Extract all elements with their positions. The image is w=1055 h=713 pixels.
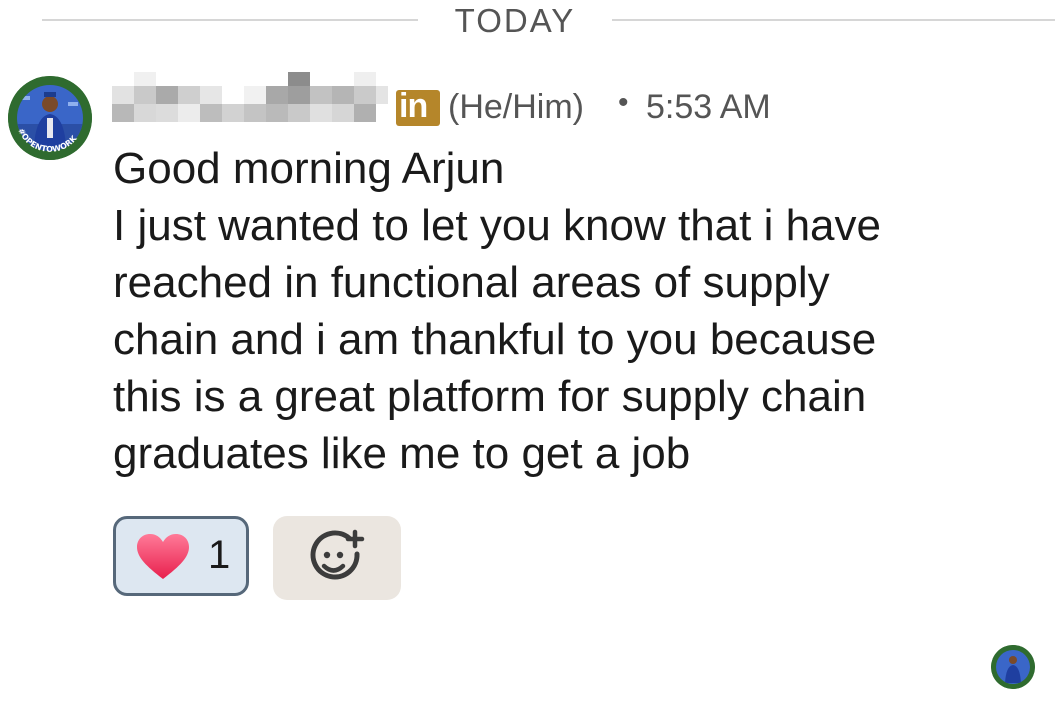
sender-avatar[interactable]: #OPENTOWORK [8,76,92,160]
heart-reaction-button[interactable]: 1 [113,516,249,596]
date-divider: TODAY [0,0,1055,44]
message-body: Good morning Arjun I just wanted to let … [113,140,993,482]
add-reaction-button[interactable] [273,516,401,600]
divider-line-right [612,19,1055,21]
sender-name-redacted[interactable] [112,72,388,138]
sender-pronouns: (He/Him) [448,88,584,126]
message-line: Good morning Arjun [113,144,505,193]
message-line: chain and i am thankful to you because [113,315,877,364]
divider-line-left [42,19,418,21]
heart-icon [137,534,189,579]
message-line: I just wanted to let you know that i hav… [113,201,882,250]
add-emoji-icon [310,529,365,580]
message-timestamp: 5:53 AM [646,88,771,126]
message-line: this is a great platform for supply chai… [113,372,867,421]
message-header: in (He/Him) • 5:53 AM [112,72,1012,138]
message-line: graduates like me to get a job [113,429,691,478]
read-receipt-avatar [991,645,1035,689]
read-receipt-avatar-photo [991,645,1035,689]
conversation-screen: TODAY #OPENTOWORK in (He/Him) • 5:53 AM … [0,0,1055,713]
avatar-photo: #OPENTOWORK [8,76,92,160]
header-separator: • [618,86,629,119]
message-line: reached in functional areas of supply [113,258,830,307]
reaction-count: 1 [208,533,231,577]
linkedin-premium-badge-icon: in [396,87,440,126]
date-label: TODAY [454,2,576,39]
